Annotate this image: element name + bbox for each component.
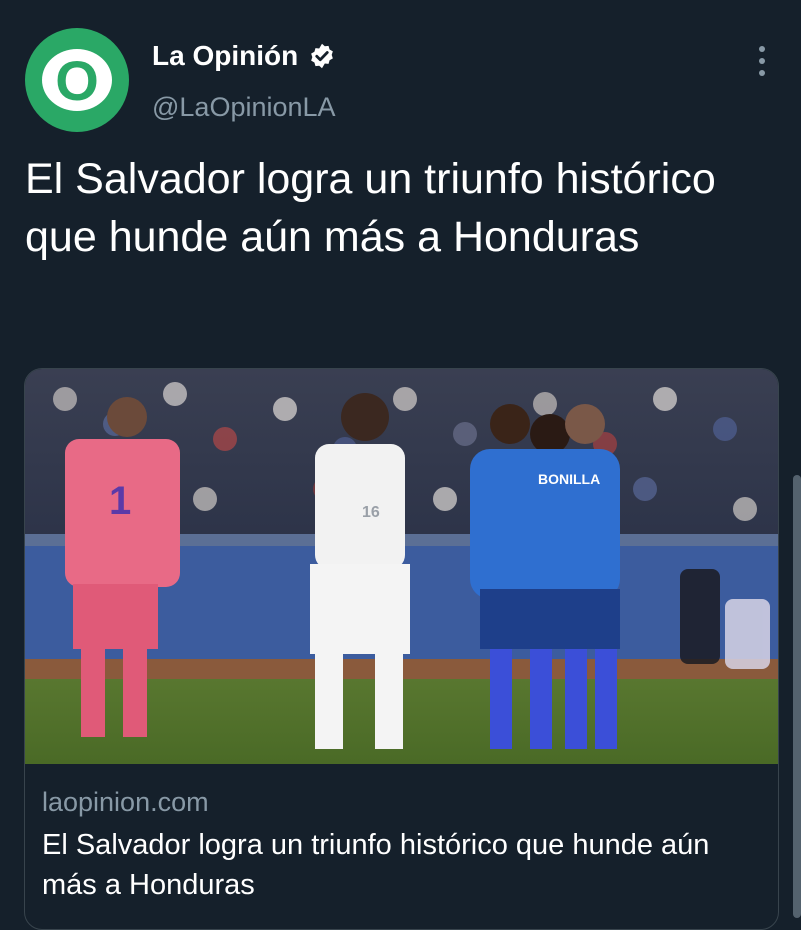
scrollbar[interactable] bbox=[793, 475, 801, 918]
avatar-logo: O bbox=[42, 49, 112, 111]
verified-badge-icon bbox=[311, 43, 334, 69]
jersey-name: BONILLA bbox=[538, 471, 600, 487]
link-card[interactable]: 1 16 BONILLA laopinion.com El Salvador l… bbox=[24, 368, 779, 930]
author-name-row[interactable]: La Opinión bbox=[152, 40, 336, 72]
card-title[interactable]: El Salvador logra un triunfo histórico q… bbox=[42, 825, 742, 905]
avatar-letter: O bbox=[55, 49, 99, 112]
players-blue-group: BONILLA bbox=[470, 404, 620, 749]
tweet[interactable]: O La Opinión @LaOpinionLA El Salvador lo… bbox=[0, 0, 801, 930]
more-dot bbox=[759, 58, 765, 64]
avatar[interactable]: O bbox=[25, 28, 129, 132]
more-dot bbox=[759, 70, 765, 76]
card-domain: laopinion.com bbox=[42, 787, 209, 817]
jersey-number: 1 bbox=[109, 479, 131, 523]
jersey-number-white: 16 bbox=[362, 504, 380, 521]
more-dot bbox=[759, 46, 765, 52]
more-options-icon[interactable] bbox=[752, 46, 772, 76]
card-image[interactable]: 1 16 BONILLA bbox=[25, 369, 778, 764]
display-name[interactable]: La Opinión bbox=[152, 40, 298, 72]
tweet-text: El Salvador logra un triunfo histórico q… bbox=[25, 155, 716, 261]
author-handle[interactable]: @LaOpinionLA bbox=[152, 92, 336, 123]
